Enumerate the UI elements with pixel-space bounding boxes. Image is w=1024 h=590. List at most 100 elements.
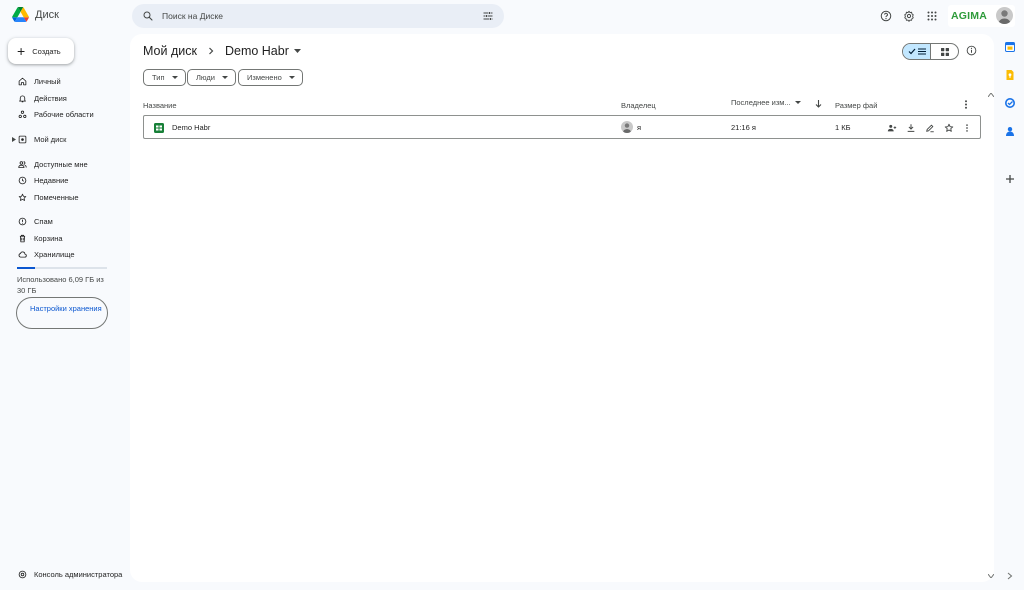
create-button-label: Создать (32, 46, 61, 56)
file-modified: 21:16 я (731, 123, 756, 132)
filter-type-chip[interactable]: Тип (143, 69, 186, 86)
filter-type-label: Тип (152, 73, 165, 82)
nav-item-label: Личный (34, 77, 61, 86)
tasks-icon[interactable] (1005, 98, 1015, 108)
search-bar[interactable] (132, 4, 504, 28)
nav-item-spam[interactable]: Спам (18, 217, 53, 226)
star-outline-icon[interactable] (944, 123, 954, 133)
folder-menu-dropdown-icon[interactable] (293, 49, 301, 53)
nav-item-starred[interactable]: Помеченные (18, 193, 79, 202)
filter-modified-chip[interactable]: Изменено (238, 69, 303, 86)
chevron-down-icon (171, 76, 178, 79)
filter-people-label: Люди (196, 73, 215, 82)
chevron-down-icon (288, 76, 295, 79)
user-avatar-icon (998, 10, 1011, 24)
clock-icon (18, 176, 27, 185)
nav-item-label: Мой диск (34, 135, 67, 144)
breadcrumb: Мой диск Demo Habr (143, 44, 301, 58)
nav-item-label: Действия (34, 94, 67, 103)
cloud-icon (18, 251, 27, 258)
plus-icon: + (17, 43, 26, 59)
filter-modified-label: Изменено (247, 73, 282, 82)
search-input[interactable] (162, 11, 482, 21)
download-icon[interactable] (906, 123, 916, 133)
nav-item-label: Помеченные (34, 193, 79, 202)
nav-item-workspaces[interactable]: Рабочие области (18, 110, 94, 119)
column-header-owner[interactable]: Владелец (621, 101, 656, 110)
storage-usage-bar (17, 267, 107, 269)
scroll-up-icon[interactable] (988, 93, 994, 97)
collapse-panel-chevron-icon[interactable] (1007, 572, 1013, 580)
view-toggle (902, 43, 959, 60)
main-content: Мой диск Demo Habr Тип Люди Изменено Наз… (130, 34, 994, 582)
create-button[interactable]: + Создать (8, 38, 74, 64)
share-person-add-icon[interactable] (887, 123, 897, 133)
admin-console-label: Консоль администратора (34, 570, 123, 579)
trash-icon (19, 234, 26, 243)
people-icon (18, 161, 27, 168)
apps-grid-icon[interactable] (926, 10, 938, 22)
more-vert-icon[interactable] (964, 100, 968, 109)
search-icon[interactable] (142, 10, 154, 22)
bell-icon (19, 95, 26, 103)
contacts-icon[interactable] (1005, 126, 1015, 136)
storage-usage-fill (17, 267, 35, 269)
nav-item-recent[interactable]: Недавние (18, 176, 68, 185)
chevron-right-icon (209, 47, 214, 55)
app-name: Диск (35, 8, 59, 21)
expand-caret-icon[interactable] (12, 137, 16, 142)
column-header-name[interactable]: Название (143, 101, 177, 110)
keep-notes-icon[interactable] (1005, 70, 1015, 80)
breadcrumb-root[interactable]: Мой диск (143, 44, 197, 58)
admin-gear-icon (18, 570, 27, 579)
storage-usage-text: Использовано 6,09 ГБ из 30 ГБ (17, 275, 104, 295)
account-avatar[interactable] (996, 7, 1013, 24)
drive-logo-icon (12, 7, 29, 22)
admin-console-link[interactable]: Консоль администратора (18, 570, 122, 579)
nav-item-shared-with-me[interactable]: Доступные мне (18, 160, 88, 169)
scroll-down-icon[interactable] (988, 574, 994, 578)
add-addon-plus-icon[interactable] (1005, 174, 1015, 184)
nav-item-my-drive[interactable]: Мой диск (18, 135, 66, 144)
filter-people-chip[interactable]: Люди (187, 69, 236, 86)
search-options-icon[interactable] (482, 10, 494, 22)
column-header-size[interactable]: Размер фай (835, 101, 877, 110)
nav-item-activity[interactable]: Действия (18, 94, 67, 103)
sort-arrow-down-icon[interactable] (815, 100, 822, 108)
column-header-modified[interactable]: Последнее изм... (731, 98, 801, 107)
info-icon[interactable] (966, 45, 977, 56)
settings-gear-icon[interactable] (903, 10, 915, 22)
nav-item-label: Рабочие области (34, 110, 94, 119)
help-icon[interactable] (880, 10, 892, 22)
workspaces-icon (18, 110, 27, 118)
nav-item-label: Спам (34, 217, 53, 226)
owner-avatar (621, 121, 633, 133)
user-avatar-icon (622, 123, 632, 133)
star-icon (18, 193, 27, 201)
nav-item-label: Корзина (34, 234, 63, 243)
nav-item-trash[interactable]: Корзина (18, 234, 63, 243)
grid-view-button[interactable] (931, 44, 958, 59)
home-icon (18, 77, 27, 86)
list-view-icon (917, 48, 926, 55)
grid-view-icon (940, 47, 949, 56)
nav-item-storage[interactable]: Хранилище (18, 250, 75, 259)
nav-item-label: Хранилище (34, 250, 75, 259)
table-row[interactable]: Demo Habr я 21:16 я 1 КБ (143, 115, 981, 139)
rename-pencil-icon[interactable] (925, 123, 935, 133)
breadcrumb-current-folder[interactable]: Demo Habr (225, 44, 289, 58)
nav-item-label: Доступные мне (34, 160, 88, 169)
chevron-down-icon (794, 101, 801, 104)
list-view-button[interactable] (903, 44, 931, 59)
chevron-down-icon (221, 76, 228, 79)
brand-logo-text: AGIMA (951, 10, 987, 22)
more-actions-icon[interactable] (962, 123, 972, 133)
drive-logo[interactable]: Диск (12, 7, 59, 22)
storage-settings-button[interactable]: Настройки хранения (16, 297, 108, 329)
calendar-icon[interactable] (1005, 42, 1015, 52)
nav-item-personal[interactable]: Личный (18, 77, 61, 86)
nav-item-label: Недавние (34, 176, 69, 185)
file-name: Demo Habr (172, 123, 211, 132)
file-size: 1 КБ (835, 123, 851, 132)
my-drive-icon (18, 135, 27, 144)
